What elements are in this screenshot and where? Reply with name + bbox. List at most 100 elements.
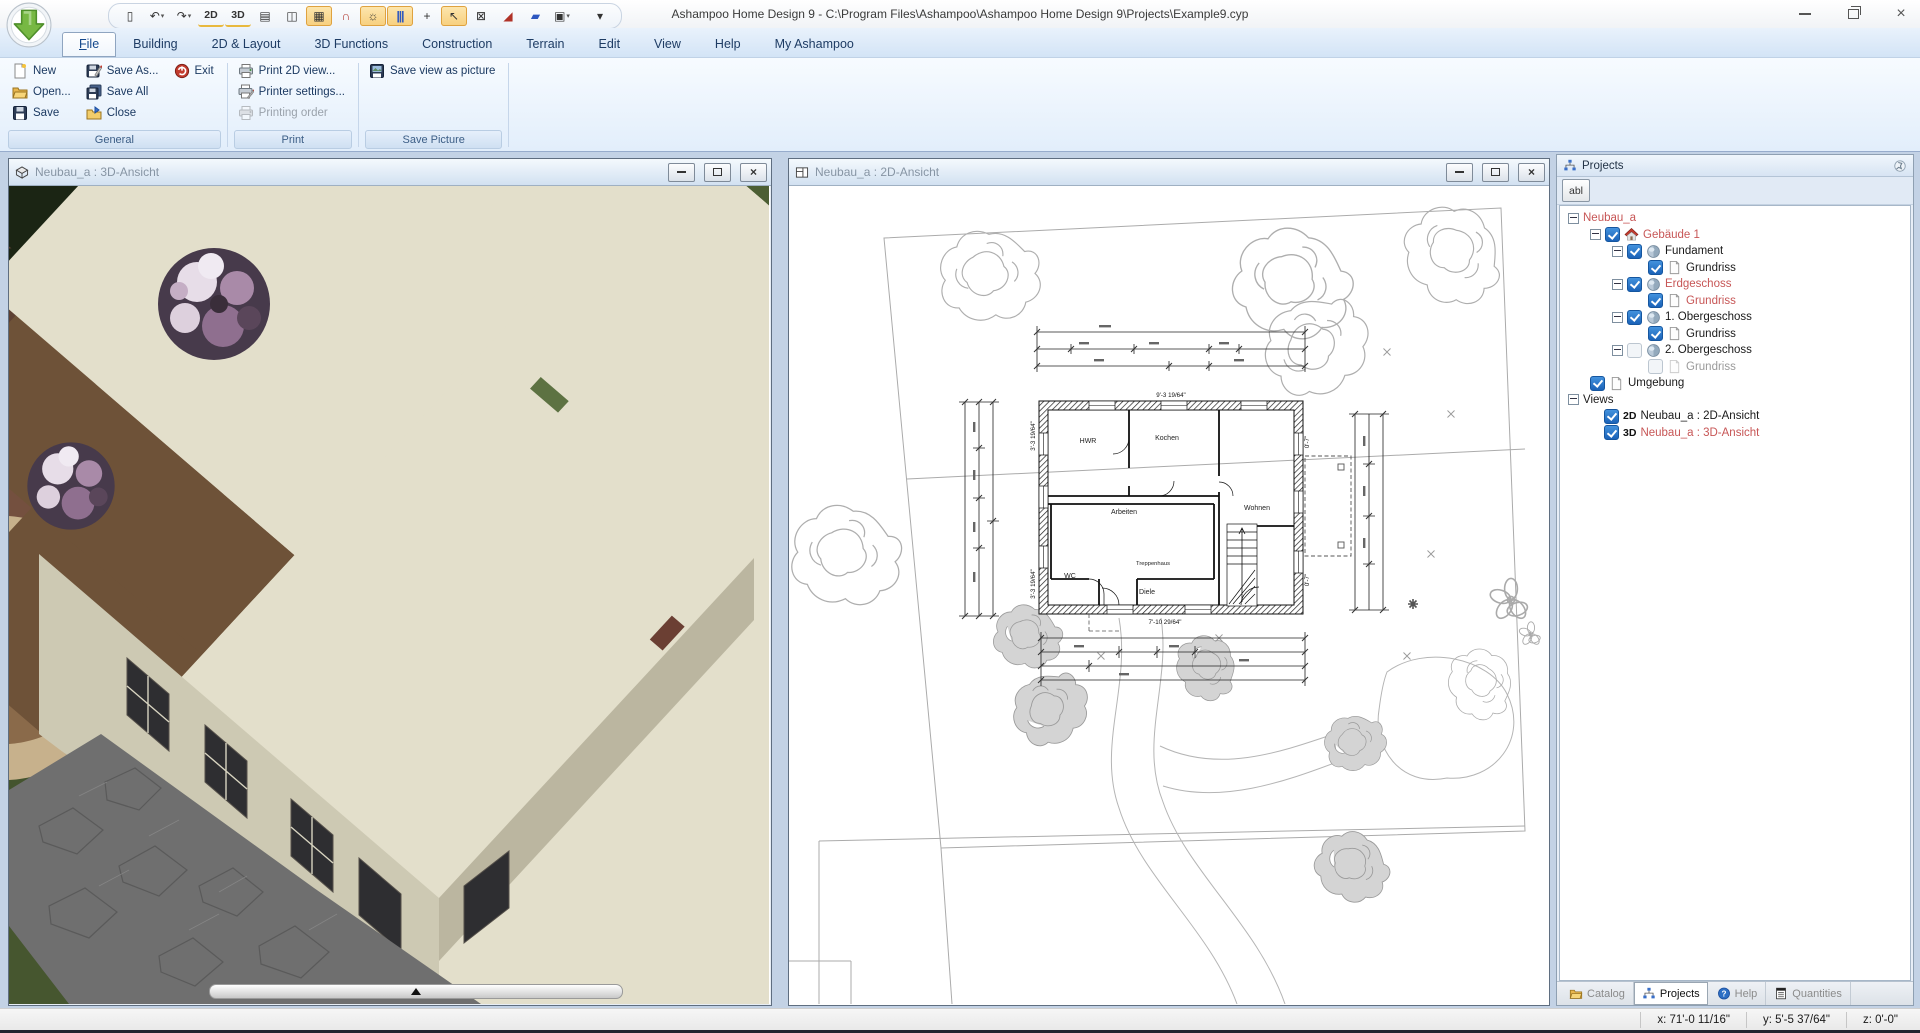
tab-building[interactable]: Building bbox=[116, 32, 194, 57]
tree-collapse-icon[interactable] bbox=[1590, 229, 1601, 240]
tab-help[interactable]: Help bbox=[698, 32, 758, 57]
close-view-button[interactable]: ⊠ bbox=[468, 6, 494, 26]
tree-collapse-icon[interactable] bbox=[1612, 279, 1623, 290]
visibility-checkbox[interactable] bbox=[1648, 293, 1663, 308]
room-label: WC bbox=[1064, 573, 1076, 580]
minimize-button[interactable] bbox=[1794, 4, 1816, 24]
split-vertical-button[interactable]: ◫ bbox=[279, 6, 305, 26]
tree-item-fundament[interactable]: Fundament bbox=[1560, 243, 1910, 260]
restore-button[interactable] bbox=[1842, 4, 1864, 24]
magnet-icon: ∩ bbox=[342, 9, 351, 23]
tree-item-grundriss-1og[interactable]: Grundriss bbox=[1560, 326, 1910, 343]
3d-restore-button[interactable] bbox=[704, 163, 731, 182]
selection-rays-button[interactable]: ☼ bbox=[360, 6, 386, 26]
tree-collapse-icon[interactable] bbox=[1612, 345, 1623, 356]
tree-collapse-icon[interactable] bbox=[1612, 246, 1623, 257]
ribbon-item-save-view-as-picture[interactable]: Save view as picture bbox=[365, 61, 502, 81]
tree-item-grundriss-erdgeschoss[interactable]: Grundriss bbox=[1560, 293, 1910, 310]
tree-item-neubau[interactable]: Neubau_a bbox=[1560, 210, 1910, 227]
panel-tab-quantities[interactable]: Quantities bbox=[1766, 982, 1851, 1005]
tab-construction[interactable]: Construction bbox=[405, 32, 509, 57]
visibility-checkbox[interactable] bbox=[1590, 376, 1605, 391]
tab-my-ashampoo[interactable]: My Ashampoo bbox=[758, 32, 871, 57]
tab-3d-functions[interactable]: 3D Functions bbox=[297, 32, 405, 57]
eraser-tool-button[interactable]: ▰ bbox=[522, 6, 548, 26]
tree-collapse-icon[interactable] bbox=[1568, 394, 1579, 405]
snap-magnet-button[interactable]: ∩ bbox=[333, 6, 359, 26]
pin-icon[interactable] bbox=[1893, 159, 1907, 173]
new-file-button[interactable]: ▯ bbox=[117, 6, 143, 26]
ribbon-item-save[interactable]: Save bbox=[8, 103, 78, 123]
tab-view[interactable]: View bbox=[637, 32, 698, 57]
tree-item-view-3d[interactable]: 3DNeubau_a : 3D-Ansicht bbox=[1560, 425, 1910, 442]
ribbon-item-print-2d-view[interactable]: Print 2D view... bbox=[234, 61, 352, 81]
tree-item-views[interactable]: Views bbox=[1560, 392, 1910, 409]
2d-close-button[interactable]: × bbox=[1518, 163, 1545, 182]
visibility-checkbox[interactable] bbox=[1648, 326, 1663, 341]
ribbon-item-new[interactable]: New bbox=[8, 61, 78, 81]
save-all-icon bbox=[86, 84, 102, 100]
toolbar-overflow-button[interactable]: ▾ bbox=[587, 6, 613, 26]
2d-window-title-bar[interactable]: Neubau_a : 2D-Ansicht × bbox=[789, 159, 1549, 186]
tree-item-1-obergeschoss[interactable]: 1. Obergeschoss bbox=[1560, 309, 1910, 326]
tab-file[interactable]: File bbox=[62, 32, 116, 57]
cursor-icon: ↖ bbox=[449, 9, 459, 23]
3d-icon: 3D bbox=[231, 8, 244, 23]
ribbon-item-printer-settings[interactable]: Printer settings... bbox=[234, 82, 352, 102]
2d-restore-button[interactable] bbox=[1482, 163, 1509, 182]
ribbon-item-exit[interactable]: Exit bbox=[170, 61, 221, 81]
visibility-checkbox[interactable] bbox=[1627, 277, 1642, 292]
redo-button[interactable]: ↷▾ bbox=[171, 6, 197, 26]
tab-2d-layout[interactable]: 2D & Layout bbox=[195, 32, 298, 57]
tree-item-erdgeschoss[interactable]: Erdgeschoss bbox=[1560, 276, 1910, 293]
grid-toggle-button[interactable]: ▦ bbox=[306, 6, 332, 26]
2d-minimize-button[interactable] bbox=[1446, 163, 1473, 182]
panel-tab-help[interactable]: Help bbox=[1709, 982, 1767, 1005]
visibility-checkbox[interactable] bbox=[1627, 244, 1642, 259]
ribbon-item-save-as[interactable]: Save As... bbox=[82, 61, 166, 81]
ribbon-item-save-all[interactable]: Save All bbox=[82, 82, 166, 102]
tree-item-umgebung[interactable]: Umgebung bbox=[1560, 375, 1910, 392]
3d-minimize-button[interactable] bbox=[668, 163, 695, 182]
parallel-guides-button[interactable]: ||| bbox=[387, 6, 413, 26]
ribbon-item-close[interactable]: Close bbox=[82, 103, 166, 123]
3d-view-button[interactable]: 3D bbox=[225, 5, 251, 27]
visibility-checkbox[interactable] bbox=[1648, 359, 1663, 374]
tree-item-2-obergeschoss[interactable]: 2. Obergeschoss bbox=[1560, 342, 1910, 359]
projects-panel: Projects abl Neubau_a Gebäude 1 Fundamen… bbox=[1556, 154, 1914, 1006]
3d-window-title-bar[interactable]: Neubau_a : 3D-Ansicht × bbox=[9, 159, 771, 186]
select-cursor-button[interactable]: ↖ bbox=[441, 6, 467, 26]
tab-terrain[interactable]: Terrain bbox=[509, 32, 581, 57]
tree-item-view-2d[interactable]: 2DNeubau_a : 2D-Ansicht bbox=[1560, 408, 1910, 425]
ribbon-item-open[interactable]: Open... bbox=[8, 82, 78, 102]
visibility-checkbox[interactable] bbox=[1604, 425, 1619, 440]
crosshair-snap-button[interactable]: + bbox=[414, 6, 440, 26]
tree-item-grundriss-2og[interactable]: Grundriss bbox=[1560, 359, 1910, 376]
visibility-checkbox[interactable] bbox=[1648, 260, 1663, 275]
tab-edit[interactable]: Edit bbox=[582, 32, 638, 57]
panel-tab-projects[interactable]: Projects bbox=[1634, 982, 1708, 1005]
rename-label-button[interactable]: abl bbox=[1562, 179, 1590, 202]
tree-collapse-icon[interactable] bbox=[1612, 312, 1623, 323]
3d-viewport[interactable] bbox=[9, 186, 771, 1005]
2d-viewport[interactable]: HWR Kochen Wohnen Arbeiten Treppenhaus W… bbox=[789, 186, 1549, 1005]
copy-pages-button[interactable]: ▣▾ bbox=[549, 6, 575, 26]
panel-tab-catalog[interactable]: Catalog bbox=[1561, 982, 1634, 1005]
3d-close-button[interactable]: × bbox=[740, 163, 767, 182]
tree-item-gebaeude-1[interactable]: Gebäude 1 bbox=[1560, 227, 1910, 244]
tree-collapse-icon[interactable] bbox=[1568, 213, 1579, 224]
visibility-checkbox[interactable] bbox=[1604, 409, 1619, 424]
2d-view-button[interactable]: 2D bbox=[198, 5, 224, 27]
split-horizontal-button[interactable]: ▤ bbox=[252, 6, 278, 26]
visibility-checkbox[interactable] bbox=[1627, 310, 1642, 325]
app-logo-button[interactable] bbox=[6, 2, 52, 48]
close-button[interactable]: × bbox=[1890, 4, 1912, 24]
tree-item-grundriss-fundament[interactable]: Grundriss bbox=[1560, 260, 1910, 277]
projects-panel-header[interactable]: Projects bbox=[1557, 155, 1913, 177]
roof-tool-button[interactable]: ◢ bbox=[495, 6, 521, 26]
2d-window-icon bbox=[795, 166, 809, 179]
undo-button[interactable]: ↶▾ bbox=[144, 6, 170, 26]
3d-walkthrough-slider[interactable] bbox=[209, 984, 623, 999]
vis1ibility-checkbox[interactable] bbox=[1627, 343, 1642, 358]
visibility-checkbox[interactable] bbox=[1605, 227, 1620, 242]
